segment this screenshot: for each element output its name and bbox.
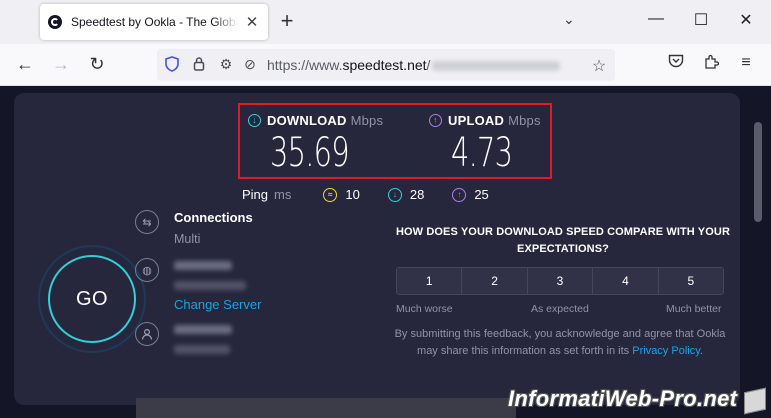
download-label: DOWNLOAD	[267, 113, 347, 128]
rating-option-3[interactable]: 3	[527, 268, 594, 294]
rating-high-label: Much better	[666, 303, 722, 315]
reload-icon: ↻	[89, 54, 105, 74]
download-unit: Mbps	[350, 113, 384, 128]
host-name-redacted	[174, 325, 232, 334]
ping-upload-icon: ↑	[452, 187, 467, 202]
host-location-redacted	[174, 345, 230, 354]
ping-idle-icon: ≈	[323, 187, 338, 202]
rating-mid-label: As expected	[531, 303, 589, 315]
privacy-policy-link[interactable]: Privacy Policy	[632, 345, 700, 357]
url-domain: speedtest.net	[342, 57, 427, 73]
pocket-icon[interactable]	[665, 54, 687, 73]
upload-arrow-icon: ↑	[429, 114, 442, 127]
location-blocked-icon[interactable]: ⊘	[241, 56, 259, 73]
ping-unit: ms	[274, 187, 292, 202]
upload-metric: ↑ UPLOAD Mbps 4.73	[429, 113, 541, 175]
upload-value: 4.73	[451, 130, 513, 176]
ping-upload-value: 25	[474, 187, 489, 202]
tracking-protection-shield-icon[interactable]	[163, 56, 181, 75]
connections-icon: ⇆	[135, 210, 159, 234]
watermark-text: InformatiWeb-Pro.net	[508, 386, 738, 411]
lock-icon[interactable]	[190, 56, 208, 74]
rating-option-2[interactable]: 2	[462, 268, 528, 294]
url-path: /	[426, 57, 431, 73]
arrow-left-icon: ←	[16, 54, 34, 74]
ping-row: Ping ms ≈ 10 ↓ 28 ↑ 25	[242, 187, 517, 202]
extensions-icon[interactable]	[700, 54, 722, 75]
disclaimer-end: .	[699, 345, 703, 357]
permissions-icon[interactable]: ⚙	[217, 56, 235, 73]
menu-hamburger-icon[interactable]: ≡	[735, 54, 757, 72]
go-button[interactable]: GO	[48, 255, 136, 343]
rating-low-label: Much worse	[396, 303, 453, 315]
download-value: 35.69	[270, 130, 350, 176]
upload-label: UPLOAD	[448, 113, 505, 128]
list-all-tabs-button[interactable]: ⌄	[563, 11, 575, 28]
rating-option-5[interactable]: 5	[658, 268, 723, 294]
watermark-logo-icon	[744, 387, 766, 415]
isp-name-redacted	[174, 261, 232, 270]
connections-value[interactable]: Multi	[174, 232, 200, 246]
results-panel: ↓ DOWNLOAD Mbps 35.69 ↑ UPLOAD Mbps 4.73…	[14, 93, 740, 405]
forward-button[interactable]: →	[49, 53, 73, 75]
back-button[interactable]: ←	[13, 53, 37, 75]
survey-question: HOW DOES YOUR DOWNLOAD SPEED COMPARE WIT…	[395, 226, 730, 255]
speedtest-page: ↓ DOWNLOAD Mbps 35.69 ↑ UPLOAD Mbps 4.73…	[0, 86, 771, 418]
download-arrow-icon: ↓	[248, 114, 261, 127]
bookmark-star-icon[interactable]: ☆	[590, 56, 608, 76]
tab-bar: Speedtest by Ookla - The Global Broadban…	[0, 0, 771, 44]
ping-download: ↓ 28	[387, 187, 425, 202]
download-metric: ↓ DOWNLOAD Mbps 35.69	[248, 113, 383, 175]
bottom-banner	[136, 398, 516, 418]
ping-idle: ≈ 10	[323, 187, 360, 202]
url-redacted	[432, 61, 560, 71]
tab-title: Speedtest by Ookla - The Global Broadban…	[71, 15, 238, 29]
change-server-link[interactable]: Change Server	[174, 297, 261, 312]
url-bar[interactable]: ⚙ ⊘ https://www.speedtest.net/ ☆	[157, 49, 615, 81]
ping-upload: ↑ 25	[452, 187, 489, 202]
scrollbar-thumb[interactable]	[754, 122, 762, 222]
close-window-button[interactable]: ✕	[734, 10, 758, 30]
speedtest-favicon-icon	[48, 15, 62, 29]
upload-unit: Mbps	[508, 113, 541, 128]
feedback-disclaimer: By submitting this feedback, you acknowl…	[390, 326, 730, 360]
rating-scale: 1 2 3 4 5	[396, 267, 724, 295]
isp-ip-redacted	[174, 281, 246, 290]
url-text[interactable]: https://www.speedtest.net/	[267, 57, 430, 73]
rating-option-4[interactable]: 4	[593, 268, 659, 294]
speed-results-highlight: ↓ DOWNLOAD Mbps 35.69 ↑ UPLOAD Mbps 4.73	[238, 103, 552, 179]
globe-icon: ◍	[135, 258, 159, 282]
ping-idle-value: 10	[345, 187, 360, 202]
reload-button[interactable]: ↻	[85, 53, 109, 75]
maximize-button[interactable]: ☐	[689, 10, 713, 30]
ping-label: Ping	[242, 187, 269, 202]
ping-download-value: 28	[409, 187, 425, 202]
arrow-right-icon: →	[52, 54, 70, 74]
rating-option-1[interactable]: 1	[397, 268, 463, 294]
url-prefix: https://www.	[267, 57, 343, 73]
ping-download-icon: ↓	[387, 187, 402, 202]
user-icon	[135, 322, 159, 346]
minimize-button[interactable]: —	[644, 10, 668, 28]
tab-close-button[interactable]: ✕	[244, 13, 260, 31]
connections-title: Connections	[174, 210, 253, 225]
browser-tab[interactable]: Speedtest by Ookla - The Global Broadban…	[40, 4, 268, 40]
navigation-toolbar: ← → ↻ ⚙ ⊘ https://www.speedtest.net/ ☆ ≡	[0, 44, 771, 86]
new-tab-button[interactable]: +	[276, 10, 298, 32]
